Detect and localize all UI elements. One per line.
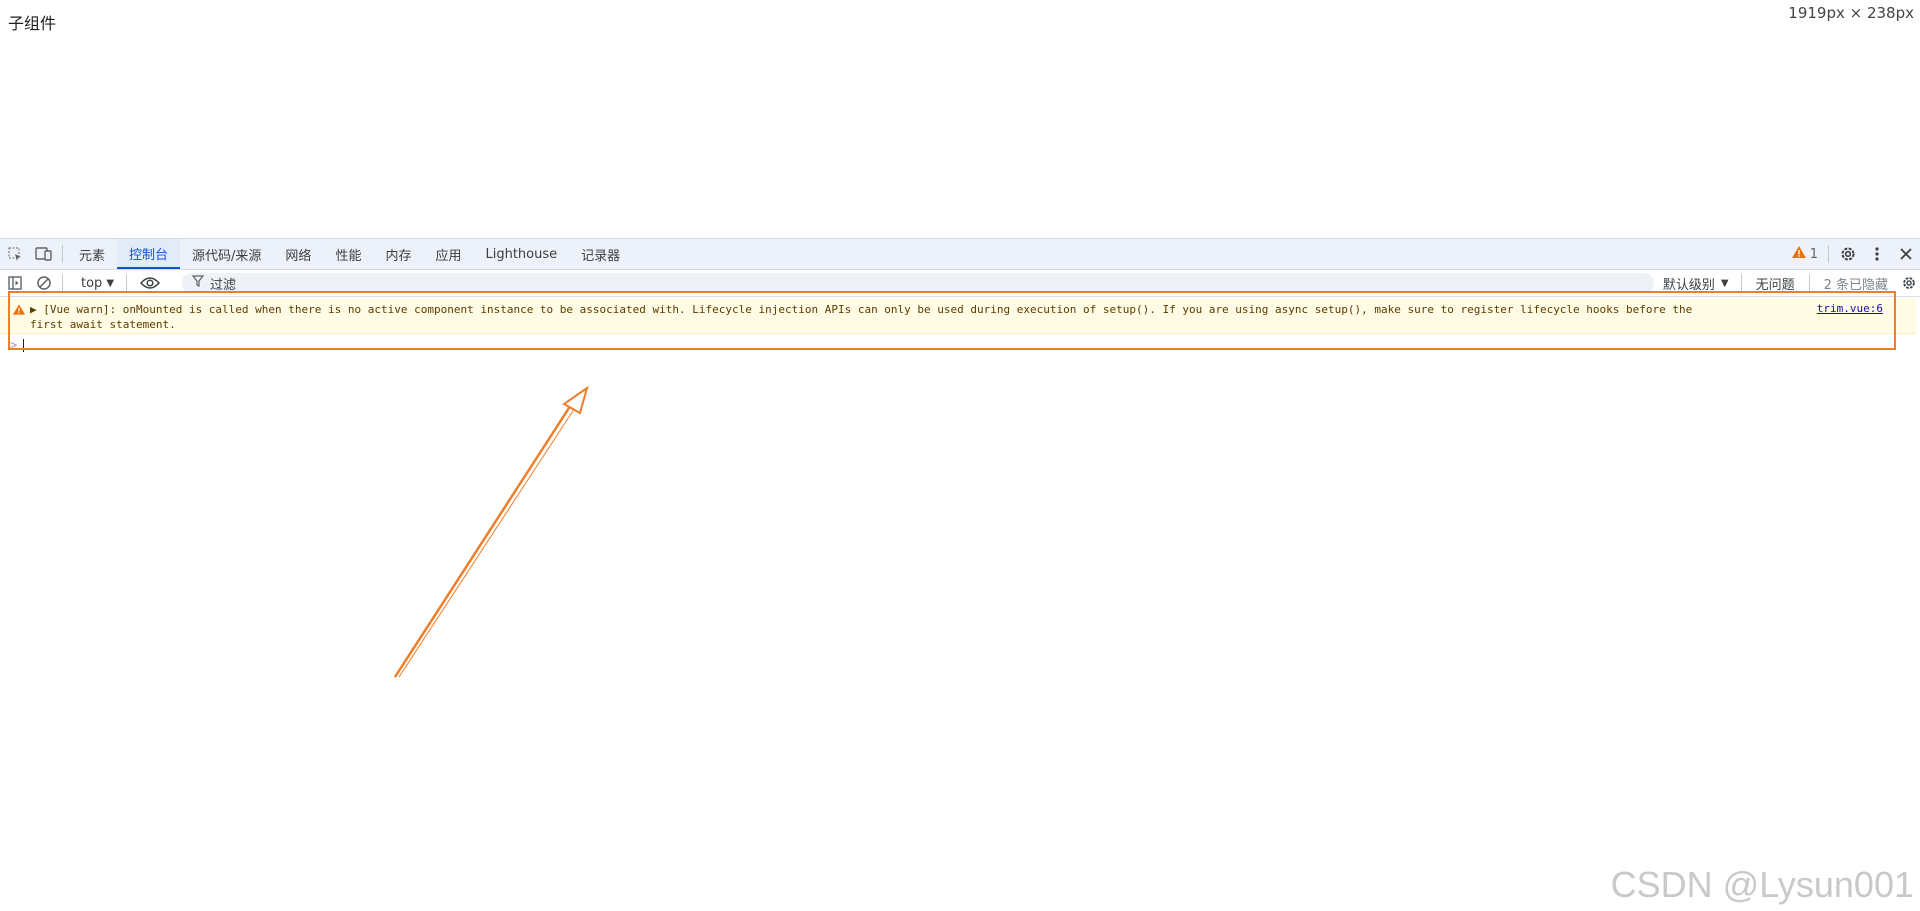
warning-count: 1 bbox=[1809, 246, 1818, 262]
text-cursor bbox=[23, 339, 25, 352]
sidebar-toggle-icon[interactable] bbox=[0, 275, 29, 291]
chevron-down-icon: ▼ bbox=[106, 277, 115, 289]
warning-icon bbox=[1791, 246, 1806, 262]
context-selector[interactable]: top ▼ bbox=[73, 276, 122, 291]
watermark: CSDN @Lysun001 bbox=[1610, 864, 1914, 905]
tab-memory[interactable]: 内存 bbox=[373, 239, 423, 269]
log-level-value: 默认级别 bbox=[1662, 277, 1715, 293]
settings-icon[interactable] bbox=[1833, 245, 1862, 263]
toolbar-right: 默认级别 ▼ 无问题 2 条已隐藏 bbox=[1655, 270, 1920, 296]
console-warning-message[interactable]: ▶ [Vue warn]: onMounted is called when t… bbox=[0, 299, 1916, 334]
tab-performance[interactable]: 性能 bbox=[323, 239, 373, 269]
divider bbox=[126, 274, 128, 292]
tab-sources[interactable]: 源代码/来源 bbox=[180, 239, 273, 269]
viewport-size-badge: 1919px × 238px bbox=[1788, 4, 1914, 22]
filter-icon bbox=[191, 275, 205, 291]
devtools-tabbar: 元素 控制台 源代码/来源 网络 性能 内存 应用 Lighthouse 记录器… bbox=[0, 238, 1920, 270]
console-settings-icon[interactable] bbox=[1898, 275, 1920, 291]
warning-icon bbox=[13, 304, 25, 318]
tab-lighthouse[interactable]: Lighthouse bbox=[473, 239, 569, 269]
divider bbox=[1740, 274, 1742, 292]
chevron-down-icon: ▼ bbox=[1720, 277, 1729, 289]
tab-elements[interactable]: 元素 bbox=[67, 239, 117, 269]
warning-counter[interactable]: 1 bbox=[1786, 246, 1824, 262]
clear-console-icon[interactable] bbox=[29, 275, 58, 291]
device-toolbar-icon[interactable] bbox=[29, 239, 58, 269]
hidden-messages-count: 2 条已隐藏 bbox=[1823, 277, 1888, 293]
warning-text: ▶ [Vue warn]: onMounted is called when t… bbox=[30, 303, 1693, 331]
eye-icon[interactable] bbox=[135, 276, 164, 290]
tab-application[interactable]: 应用 bbox=[423, 239, 473, 269]
tab-recorder[interactable]: 记录器 bbox=[569, 239, 632, 269]
console-toolbar: top ▼ 过滤 默认级别 ▼ 无问题 2 条已隐藏 bbox=[0, 270, 1920, 297]
tab-console[interactable]: 控制台 bbox=[117, 239, 181, 269]
tab-network[interactable]: 网络 bbox=[273, 239, 323, 269]
filter-placeholder: 过滤 bbox=[210, 277, 237, 293]
divider bbox=[1808, 274, 1810, 292]
issues-button[interactable]: 无问题 bbox=[1746, 274, 1805, 293]
more-vert-icon[interactable] bbox=[1862, 246, 1891, 262]
divider bbox=[62, 245, 63, 263]
close-icon[interactable] bbox=[1891, 247, 1920, 261]
devtools-panel: 元素 控制台 源代码/来源 网络 性能 内存 应用 Lighthouse 记录器… bbox=[0, 238, 1920, 911]
prompt-symbol: > bbox=[10, 338, 18, 352]
filter-input[interactable]: 过滤 bbox=[182, 273, 1654, 293]
page-content-text: 子组件 bbox=[8, 14, 57, 33]
inspect-element-icon[interactable] bbox=[0, 239, 29, 269]
log-level-selector[interactable]: 默认级别 ▼ bbox=[1655, 274, 1737, 293]
annotation-arrow bbox=[393, 385, 589, 678]
context-value: top bbox=[81, 275, 103, 291]
console-prompt[interactable]: > bbox=[10, 338, 25, 352]
divider bbox=[1828, 245, 1829, 263]
divider bbox=[62, 274, 63, 292]
source-link[interactable]: trim.vue:6 bbox=[1817, 302, 1883, 315]
tabbar-actions: 1 bbox=[1786, 239, 1920, 269]
